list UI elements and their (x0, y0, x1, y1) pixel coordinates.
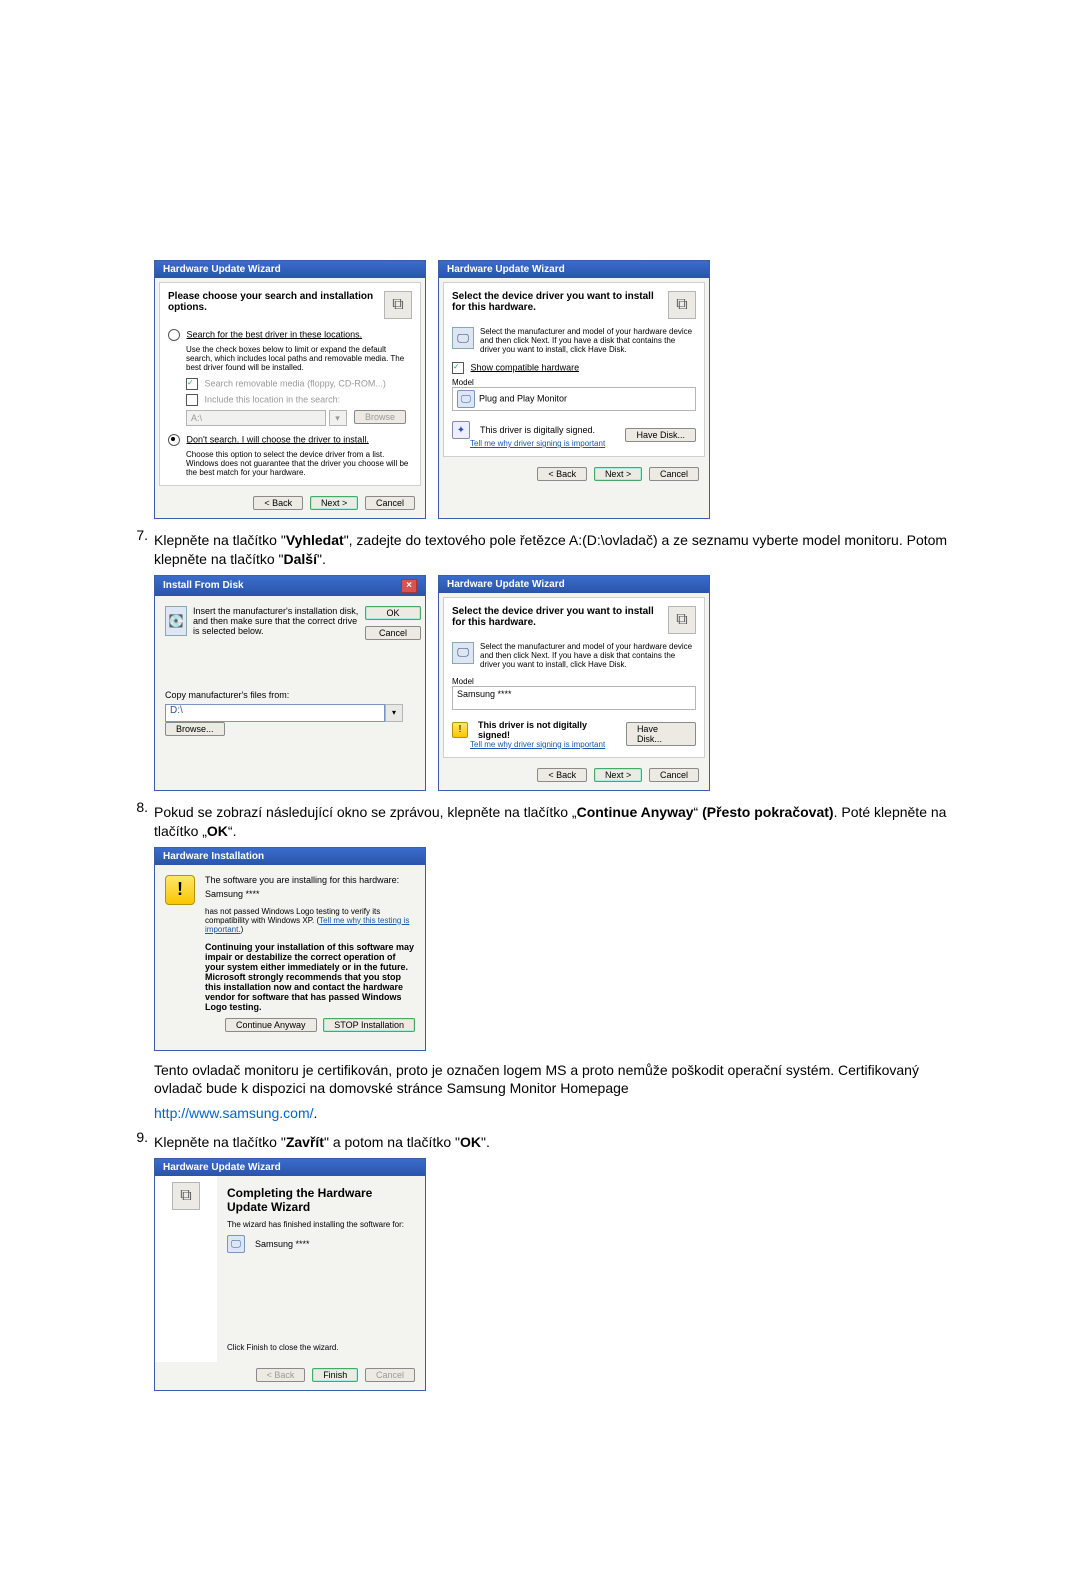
hardware-wizard-select-driver-1: Hardware Update Wizard Select the device… (438, 260, 710, 519)
step-number-7: 7. (120, 527, 154, 799)
wizard-side-graphic: ⧉ (155, 1176, 217, 1362)
monitor-icon: 🖵 (452, 642, 474, 664)
next-button[interactable]: Next > (594, 768, 642, 782)
finish-item: Samsung **** (255, 1239, 310, 1249)
dlg1-heading: Please choose your search and installati… (168, 291, 378, 313)
click-finish-text: Click Finish to close the wizard. (227, 1343, 415, 1352)
hardware-wizard-search-options: Hardware Update Wizard Please choose you… (154, 260, 426, 519)
back-button[interactable]: < Back (253, 496, 303, 510)
next-button[interactable]: Next > (310, 496, 358, 510)
check-include-location[interactable] (186, 394, 198, 406)
cancel-button[interactable]: Cancel (365, 626, 421, 640)
cert-paragraph: Tento ovladač monitoru je certifikován, … (154, 1061, 960, 1099)
browse-button[interactable]: Browse... (165, 722, 225, 736)
path-dropdown[interactable]: ▾ (329, 410, 347, 426)
wizard-icon: ⧉ (384, 291, 412, 319)
tell-me-link[interactable]: Tell me why driver signing is important (470, 439, 605, 448)
wizard-icon: ⧉ (172, 1182, 200, 1210)
model-label: Model (452, 378, 696, 387)
hwinst-line1: The software you are installing for this… (205, 875, 415, 885)
wizard-icon: ⧉ (668, 291, 696, 319)
warning-icon: ! (165, 875, 195, 905)
model-list[interactable]: Samsung **** (452, 686, 696, 710)
titlebar: Hardware Update Wizard (439, 261, 709, 278)
finish-line: The wizard has finished installing the s… (227, 1220, 415, 1229)
radio-dont-search[interactable] (168, 434, 180, 446)
chk-include-label: Include this location in the search: (205, 394, 341, 404)
dlg3-heading: Select the device driver you want to ins… (452, 606, 662, 628)
radio-search[interactable] (168, 329, 180, 341)
tell-me-link[interactable]: Tell me why driver signing is important (470, 740, 620, 749)
cancel-button[interactable]: Cancel (365, 496, 415, 510)
next-button[interactable]: Next > (594, 467, 642, 481)
hwinst-bold: Continuing your installation of this sof… (205, 942, 415, 1012)
have-disk-button[interactable]: Have Disk... (626, 722, 696, 746)
step9-text: Klepněte na tlačítko "Zavřít" a potom na… (154, 1133, 960, 1152)
back-button: < Back (256, 1368, 306, 1382)
disk-icon: 💽 (165, 606, 187, 636)
close-icon[interactable]: × (401, 579, 417, 593)
titlebar: Hardware Update Wizard (155, 261, 425, 278)
step-number-8: 8. (120, 799, 154, 1129)
opt-search-label: Search for the best driver in these loca… (187, 329, 363, 339)
browse-button[interactable]: Browse (354, 410, 406, 424)
back-button[interactable]: < Back (537, 467, 587, 481)
samsung-link[interactable]: http://www.samsung.com/ (154, 1105, 314, 1121)
continue-anyway-button[interactable]: Continue Anyway (225, 1018, 317, 1032)
opt-dont-label: Don't search. I will choose the driver t… (187, 434, 369, 444)
hardware-wizard-complete: Hardware Update Wizard ⧉ Completing the … (154, 1158, 426, 1391)
monitor-icon: 🖵 (227, 1235, 245, 1253)
have-disk-button[interactable]: Have Disk... (625, 428, 696, 442)
step7-text: Klepněte na tlačítko "Vyhledat", zadejte… (154, 531, 960, 569)
signed-text: This driver is digitally signed. (480, 425, 595, 435)
path-dropdown[interactable]: ▾ (385, 704, 403, 722)
shield-icon: ✦ (452, 421, 470, 439)
model-list[interactable]: 🖵 Plug and Play Monitor (452, 387, 696, 411)
titlebar: Hardware Installation (155, 848, 425, 865)
model-item: Samsung **** (457, 689, 512, 699)
step-number-9: 9. (120, 1129, 154, 1391)
check-removable[interactable] (186, 378, 198, 390)
model-item: Plug and Play Monitor (479, 394, 567, 404)
hwinst-line3: has not passed Windows Logo testing to v… (205, 907, 415, 934)
check-compatible[interactable] (452, 362, 464, 374)
copy-from-label: Copy manufacturer's files from: (165, 690, 415, 700)
titlebar: Install From Disk × (155, 576, 425, 596)
step8-text: Pokud se zobrazí následující okno se zpr… (154, 803, 960, 841)
titlebar: Hardware Update Wizard (155, 1159, 425, 1176)
path-input[interactable]: A:\ (186, 410, 326, 426)
finish-button[interactable]: Finish (312, 1368, 358, 1382)
cancel-button: Cancel (365, 1368, 415, 1382)
cancel-button[interactable]: Cancel (649, 467, 699, 481)
cancel-button[interactable]: Cancel (649, 768, 699, 782)
warning-icon: ! (452, 722, 468, 738)
hwinst-line2: Samsung **** (205, 889, 415, 899)
install-from-disk-dialog: Install From Disk × 💽 Insert the manufac… (154, 575, 426, 791)
installdisk-msg: Insert the manufacturer's installation d… (193, 606, 359, 636)
stop-installation-button[interactable]: STOP Installation (323, 1018, 415, 1032)
finish-heading: Completing the Hardware Update Wizard (227, 1186, 415, 1214)
dlg2-heading: Select the device driver you want to ins… (452, 291, 662, 313)
opt-dont-help: Choose this option to select the device … (186, 450, 412, 477)
dlg3-help: Select the manufacturer and model of you… (480, 642, 696, 669)
hardware-wizard-select-driver-2: Hardware Update Wizard Select the device… (438, 575, 710, 791)
opt-search-help: Use the check boxes below to limit or ex… (186, 345, 412, 372)
wizard-icon: ⧉ (668, 606, 696, 634)
dlg2-help: Select the manufacturer and model of you… (480, 327, 696, 354)
titlebar: Hardware Update Wizard (439, 576, 709, 593)
monitor-icon: 🖵 (457, 390, 475, 408)
model-label: Model (452, 677, 696, 686)
not-signed-text: This driver is not digitally signed! (478, 720, 620, 740)
copy-path-input[interactable]: D:\ (165, 704, 385, 722)
monitor-icon: 🖵 (452, 327, 474, 349)
chk-compat-label: Show compatible hardware (471, 362, 580, 372)
hardware-installation-warning: Hardware Installation ! The software you… (154, 847, 426, 1051)
back-button[interactable]: < Back (537, 768, 587, 782)
chk-removable-label: Search removable media (floppy, CD-ROM..… (205, 378, 386, 388)
ok-button[interactable]: OK (365, 606, 421, 620)
